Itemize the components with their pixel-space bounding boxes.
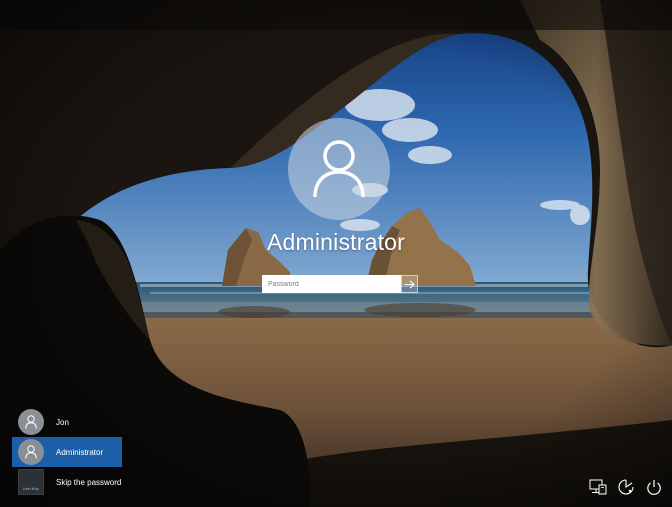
- user-item-jon[interactable]: Jon: [12, 407, 122, 437]
- power-button[interactable]: [644, 477, 664, 497]
- user-item-label: Jon: [56, 417, 69, 427]
- user-item-label: Administrator: [56, 447, 104, 457]
- user-avatar: [288, 118, 390, 220]
- network-button[interactable]: [588, 477, 608, 497]
- avatar-tile: Intel Key: [18, 469, 44, 495]
- ease-of-access-icon: [618, 479, 634, 495]
- avatar-caption: Intel Key: [23, 486, 39, 491]
- user-item-skip-the-password[interactable]: Intel Key Skip the password: [12, 467, 122, 497]
- user-switcher-list: Jon Administrator Intel Key Skip the pas…: [12, 407, 122, 497]
- user-silhouette-icon: [25, 445, 37, 459]
- user-silhouette-icon: [25, 415, 37, 429]
- password-input[interactable]: [262, 275, 401, 293]
- user-silhouette-icon: [313, 140, 365, 198]
- user-item-label: Skip the password: [56, 477, 122, 487]
- user-item-administrator[interactable]: Administrator: [12, 437, 122, 467]
- network-icon: [589, 479, 607, 495]
- lock-screen: Administrator Jon Administrator Intel Ke…: [0, 0, 672, 507]
- submit-button[interactable]: [401, 275, 418, 293]
- avatar: [18, 409, 44, 435]
- password-row: [262, 275, 418, 293]
- system-tray: [588, 477, 664, 497]
- arrow-right-icon: [404, 279, 415, 289]
- ease-of-access-button[interactable]: [616, 477, 636, 497]
- avatar: [18, 439, 44, 465]
- power-icon: [647, 479, 661, 495]
- account-name: Administrator: [266, 229, 406, 255]
